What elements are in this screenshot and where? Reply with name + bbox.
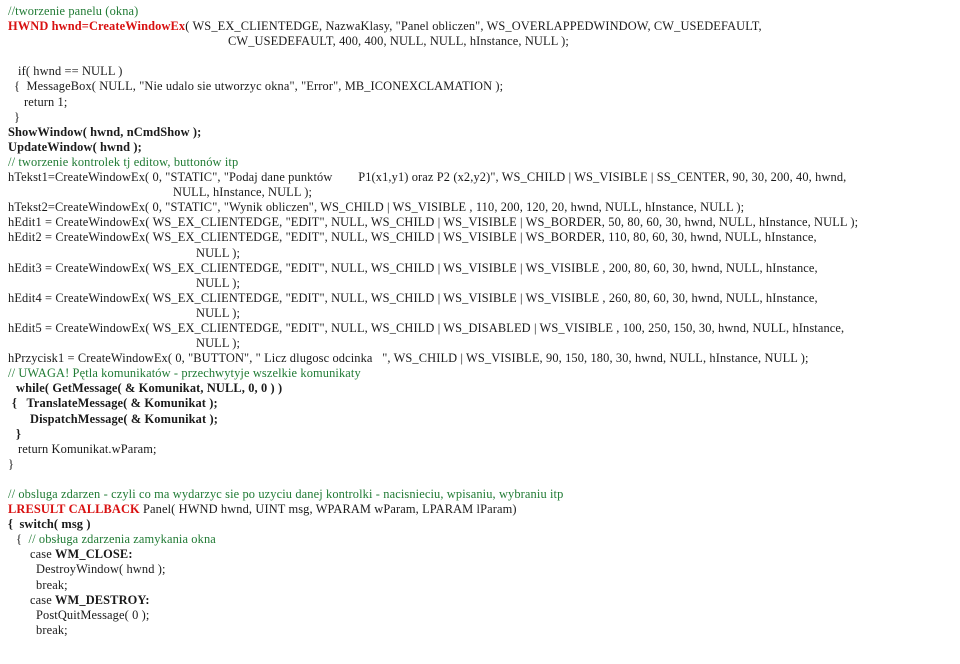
code-line: NULL ); bbox=[8, 336, 960, 351]
code-line: DispatchMessage( & Komunikat ); bbox=[8, 412, 960, 427]
code-bold-text: WM_CLOSE: bbox=[55, 547, 133, 562]
code-line: break; bbox=[8, 578, 960, 593]
code-line: NULL ); bbox=[8, 306, 960, 321]
code-line: { switch( msg ) bbox=[8, 517, 960, 532]
code-line: break; bbox=[8, 623, 960, 638]
code-text: } bbox=[14, 109, 21, 124]
code-line: } bbox=[8, 110, 960, 125]
code-text: return 1; bbox=[24, 94, 68, 109]
code-text: hTekst1=CreateWindowEx( 0, "STATIC", "Po… bbox=[8, 170, 847, 185]
code-bold-text: ShowWindow( hwnd, nCmdShow ); bbox=[8, 124, 202, 139]
code-text: return Komunikat.wParam; bbox=[18, 441, 157, 456]
code-text: hEdit3 = CreateWindowEx( WS_EX_CLIENTEDG… bbox=[8, 260, 818, 275]
code-line: NULL, hInstance, NULL ); bbox=[8, 185, 960, 200]
code-line: hTekst1=CreateWindowEx( 0, "STATIC", "Po… bbox=[8, 170, 960, 185]
code-text: hEdit5 = CreateWindowEx( WS_EX_CLIENTEDG… bbox=[8, 320, 845, 335]
code-line: { // obsługa zdarzenia zamykania okna bbox=[8, 532, 960, 547]
code-text: hEdit2 = CreateWindowEx( WS_EX_CLIENTEDG… bbox=[8, 230, 817, 245]
code-text: NULL ); bbox=[196, 245, 241, 260]
code-keyword: HWND hwnd=CreateWindowEx bbox=[8, 19, 186, 34]
code-text: NULL ); bbox=[196, 336, 241, 351]
code-text: Panel( HWND hwnd, UINT msg, WPARAM wPara… bbox=[139, 502, 517, 517]
code-bold-text: { switch( msg ) bbox=[8, 517, 91, 532]
code-line: hEdit3 = CreateWindowEx( WS_EX_CLIENTEDG… bbox=[8, 261, 960, 276]
code-text: NULL ); bbox=[196, 305, 241, 320]
code-line: // obsluga zdarzen - czyli co ma wydarzy… bbox=[8, 487, 960, 502]
code-line: return Komunikat.wParam; bbox=[8, 442, 960, 457]
code-text: case bbox=[30, 592, 56, 607]
code-bold-text: DispatchMessage( & Komunikat ); bbox=[30, 411, 218, 426]
code-bold-text: { TranslateMessage( & Komunikat ); bbox=[12, 396, 218, 411]
code-text: break; bbox=[36, 577, 68, 592]
code-line: UpdateWindow( hwnd ); bbox=[8, 140, 960, 155]
code-line: case WM_CLOSE: bbox=[8, 547, 960, 562]
code-bold-text: } bbox=[16, 426, 22, 441]
code-bold-text: while( GetMessage( & Komunikat, NULL, 0,… bbox=[16, 381, 283, 396]
code-text: break; bbox=[36, 622, 68, 637]
code-line: hEdit2 = CreateWindowEx( WS_EX_CLIENTEDG… bbox=[8, 230, 960, 245]
code-text: NULL, hInstance, NULL ); bbox=[173, 185, 313, 200]
code-comment: // obsluga zdarzen - czyli co ma wydarzy… bbox=[8, 487, 564, 501]
code-line: NULL ); bbox=[8, 276, 960, 291]
code-text: if( hwnd == NULL ) bbox=[18, 64, 123, 79]
code-bold-text: UpdateWindow( hwnd ); bbox=[8, 139, 142, 154]
code-text: { MessageBox( NULL, "Nie udalo sie utwor… bbox=[14, 79, 504, 94]
code-keyword: LRESULT CALLBACK bbox=[8, 502, 140, 517]
code-text: hPrzycisk1 = CreateWindowEx( 0, "BUTTON"… bbox=[8, 351, 809, 366]
code-comment: //tworzenie panelu (okna) bbox=[8, 4, 139, 18]
code-line: case WM_DESTROY: bbox=[8, 593, 960, 608]
code-line: CW_USEDEFAULT, 400, 400, NULL, NULL, hIn… bbox=[8, 34, 960, 49]
code-line: } bbox=[8, 427, 960, 442]
code-text: ( WS_EX_CLIENTEDGE, NazwaKlasy, "Panel o… bbox=[185, 19, 762, 34]
code-text: } bbox=[8, 456, 15, 471]
code-line: { MessageBox( NULL, "Nie udalo sie utwor… bbox=[8, 79, 960, 94]
code-line: HWND hwnd=CreateWindowEx( WS_EX_CLIENTED… bbox=[8, 19, 960, 34]
code-line: hTekst2=CreateWindowEx( 0, "STATIC", "Wy… bbox=[8, 200, 960, 215]
code-text: NULL ); bbox=[196, 275, 241, 290]
code-line: if( hwnd == NULL ) bbox=[8, 64, 960, 79]
code-text: hEdit4 = CreateWindowEx( WS_EX_CLIENTEDG… bbox=[8, 290, 818, 305]
code-line: hEdit1 = CreateWindowEx( WS_EX_CLIENTEDG… bbox=[8, 215, 960, 230]
code-bold-text: WM_DESTROY: bbox=[55, 592, 150, 607]
code-line: hPrzycisk1 = CreateWindowEx( 0, "BUTTON"… bbox=[8, 351, 960, 366]
code-line: return 1; bbox=[8, 95, 960, 110]
code-text: hEdit1 = CreateWindowEx( WS_EX_CLIENTEDG… bbox=[8, 215, 859, 230]
code-listing: //tworzenie panelu (okna) HWND hwnd=Creat… bbox=[0, 0, 960, 638]
code-comment: // UWAGA! Pętla komunikatów - przechwyty… bbox=[8, 366, 361, 381]
code-text: hTekst2=CreateWindowEx( 0, "STATIC", "Wy… bbox=[8, 200, 745, 215]
code-text: DestroyWindow( hwnd ); bbox=[36, 562, 166, 577]
code-text: case bbox=[30, 547, 56, 562]
code-line: PostQuitMessage( 0 ); bbox=[8, 608, 960, 623]
code-line: hEdit5 = CreateWindowEx( WS_EX_CLIENTEDG… bbox=[8, 321, 960, 336]
code-line: } bbox=[8, 457, 960, 472]
code-text: PostQuitMessage( 0 ); bbox=[36, 607, 150, 622]
code-text: CW_USEDEFAULT, 400, 400, NULL, NULL, hIn… bbox=[228, 34, 569, 49]
code-line: //tworzenie panelu (okna) bbox=[8, 4, 960, 19]
code-line: DestroyWindow( hwnd ); bbox=[8, 562, 960, 577]
code-line: LRESULT CALLBACK Panel( HWND hwnd, UINT … bbox=[8, 502, 960, 517]
code-text: { bbox=[16, 532, 29, 547]
code-line: hEdit4 = CreateWindowEx( WS_EX_CLIENTEDG… bbox=[8, 291, 960, 306]
code-line: while( GetMessage( & Komunikat, NULL, 0,… bbox=[8, 381, 960, 396]
code-line: NULL ); bbox=[8, 246, 960, 261]
code-comment: // obsługa zdarzenia zamykania okna bbox=[28, 532, 216, 547]
code-line: // tworzenie kontrolek tj editow, button… bbox=[8, 155, 960, 170]
code-line: { TranslateMessage( & Komunikat ); bbox=[8, 396, 960, 411]
code-line: ShowWindow( hwnd, nCmdShow ); bbox=[8, 125, 960, 140]
code-comment: // tworzenie kontrolek tj editow, button… bbox=[8, 154, 239, 169]
code-line: // UWAGA! Pętla komunikatów - przechwyty… bbox=[8, 366, 960, 381]
